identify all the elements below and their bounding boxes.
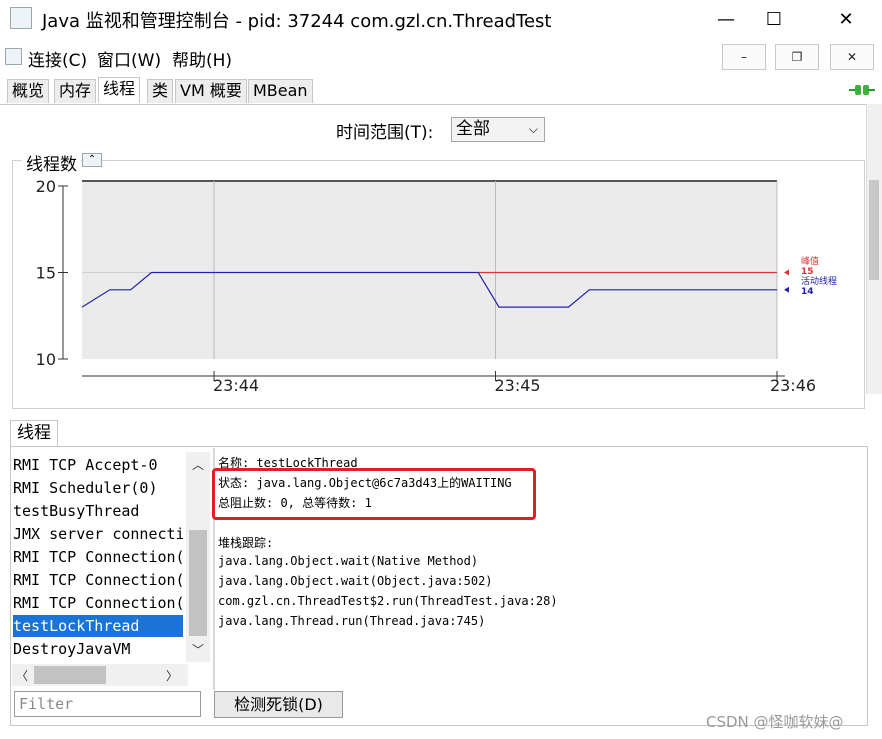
window-title: Java 监视和管理控制台 - pid: 37244 com.gzl.cn.Th… (42, 11, 552, 32)
plot-background (82, 181, 777, 359)
tab-overview[interactable]: 概览 (7, 79, 50, 103)
menu-help[interactable]: 帮助(H) (172, 46, 232, 71)
connection-plug-icon (849, 85, 875, 95)
x-tick-label: 23:45 (494, 376, 540, 395)
y-tick-label: 15 (36, 264, 56, 283)
y-tick-label: 20 (36, 177, 56, 196)
chevron-down-icon: ⌵ (528, 122, 538, 136)
mdi-minimize-button[interactable]: – (722, 44, 766, 70)
legend-series-value: 15 (801, 267, 814, 277)
thread-count-chart: 20151023:44 23:45 23:46峰值15活动线程14 (36, 177, 837, 395)
thread-list-hscroll-thumb[interactable] (34, 666, 106, 684)
thread-list-item[interactable]: JMX server connection (13, 523, 183, 545)
stack-frame: java.lang.Object.wait(Native Method) (218, 554, 479, 568)
time-range-select[interactable]: 全部 ⌵ (451, 117, 545, 142)
mdi-restore-button[interactable]: ❐ (775, 44, 819, 70)
minimize-button[interactable]: — (706, 6, 746, 32)
tab-threads[interactable]: 线程 (98, 77, 141, 103)
tab-vm-summary[interactable]: VM 概要 (175, 79, 247, 103)
stack-frame: java.lang.Object.wait(Object.java:502) (218, 574, 493, 588)
java-coffee-icon (5, 48, 22, 65)
thread-list-item[interactable]: testBusyThread (13, 500, 183, 522)
tab-mbean[interactable]: MBean (248, 79, 313, 103)
mdi-close-button[interactable]: ✕ (830, 44, 874, 70)
thread-filter-input[interactable] (14, 691, 201, 717)
scroll-up-chevron-icon[interactable]: ︿ (188, 456, 208, 473)
watermark: CSDN @怪咖软妹@ (706, 713, 844, 731)
x-tick-label: 23:46 (770, 376, 816, 395)
tab-classes[interactable]: 类 (147, 79, 174, 103)
time-range-label: 时间范围(T): (336, 123, 434, 143)
legend-series-value: 14 (801, 287, 814, 297)
scroll-left-chevron-icon[interactable]: 〈 (12, 667, 32, 684)
scroll-right-chevron-icon[interactable]: 〉 (162, 667, 182, 684)
thread-list-item[interactable]: RMI TCP Accept-0 (13, 454, 183, 476)
thread-list-scroll-thumb[interactable] (189, 530, 207, 636)
scroll-down-chevron-icon[interactable]: ﹀ (188, 641, 208, 658)
x-tick-label: 23:44 (213, 376, 259, 395)
legend-series-name: 峰值 (801, 255, 819, 267)
java-coffee-icon (10, 7, 32, 29)
thread-list-item[interactable]: RMI TCP Connection( (13, 592, 183, 614)
thread-list-item[interactable]: RMI TCP Connection( (13, 569, 183, 591)
thread-list-item[interactable]: RMI Scheduler(0) (13, 477, 183, 499)
stack-frame: java.lang.Thread.run(Thread.java:745) (218, 614, 486, 628)
y-tick-label: 10 (36, 350, 56, 369)
thread-list-item[interactable]: testLockThread (13, 615, 183, 637)
thread-list-item[interactable]: DestroyJavaVM (13, 638, 183, 660)
detect-deadlock-button[interactable]: 检测死锁(D) (214, 691, 343, 718)
main-scrollbar-thumb[interactable] (869, 180, 879, 280)
threads-panel-tab[interactable]: 线程 (10, 420, 58, 447)
stack-trace-header: 堆栈跟踪: (218, 536, 274, 550)
thread-list-item[interactable]: RMI TCP Connection( (13, 546, 183, 568)
time-range-value: 全部 (456, 119, 490, 139)
annotation-highlight-box (212, 468, 536, 520)
series-marker-arrow (784, 269, 789, 276)
series-marker-arrow (784, 286, 789, 293)
maximize-button[interactable]: ☐ (754, 6, 794, 32)
stack-frame: com.gzl.cn.ThreadTest$2.run(ThreadTest.j… (218, 594, 558, 608)
menu-window[interactable]: 窗口(W) (97, 46, 161, 71)
menu-connect[interactable]: 连接(C) (28, 46, 87, 71)
legend-series-name: 活动线程 (801, 275, 837, 287)
close-button[interactable]: ✕ (826, 6, 866, 32)
tab-memory[interactable]: 内存 (54, 79, 97, 103)
